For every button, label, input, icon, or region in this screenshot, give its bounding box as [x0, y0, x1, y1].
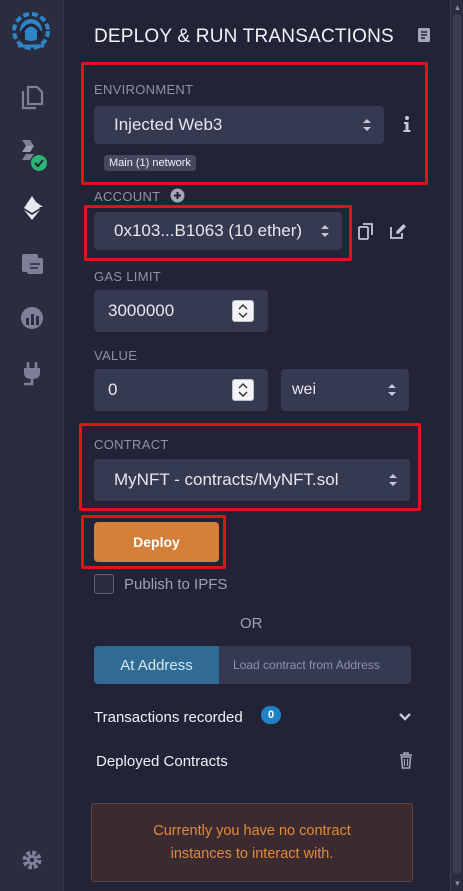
value-label: VALUE: [94, 348, 138, 363]
value-stepper[interactable]: [232, 379, 254, 401]
gas-limit-input[interactable]: 3000000: [94, 290, 268, 332]
remix-logo-icon[interactable]: [8, 8, 54, 54]
environment-value: Injected Web3: [114, 115, 223, 134]
notice-line-1: Currently you have no contract: [153, 822, 351, 839]
page-title: DEPLOY & RUN TRANSACTIONS: [94, 26, 394, 47]
select-arrows-icon: [389, 474, 397, 486]
gas-limit-label: GAS LIMIT: [94, 269, 161, 284]
file-explorer-icon[interactable]: [14, 80, 50, 116]
account-select[interactable]: 0x103...B1063 (10 ether): [94, 212, 342, 250]
transactions-recorded-label[interactable]: Transactions recorded: [94, 709, 243, 726]
contract-value: MyNFT - contracts/MyNFT.sol: [114, 470, 339, 489]
analysis-icon[interactable]: [14, 300, 50, 336]
contract-select[interactable]: MyNFT - contracts/MyNFT.sol: [94, 459, 410, 501]
value-unit-select[interactable]: wei: [281, 369, 409, 411]
publish-ipfs-label: Publish to IPFS: [124, 576, 228, 593]
publish-ipfs-checkbox[interactable]: [94, 574, 114, 594]
contract-label: CONTRACT: [94, 437, 169, 452]
icon-sidebar: [0, 0, 64, 891]
at-address-button[interactable]: At Address: [94, 646, 219, 684]
settings-icon[interactable]: [14, 842, 50, 878]
environment-select[interactable]: Injected Web3: [94, 106, 384, 144]
gas-limit-value: 3000000: [108, 301, 175, 320]
add-account-icon[interactable]: [170, 188, 185, 203]
scroll-thumb[interactable]: [453, 14, 461, 874]
edit-icon[interactable]: [389, 223, 407, 240]
value-unit: wei: [292, 381, 317, 398]
environment-label: ENVIRONMENT: [94, 82, 194, 97]
trash-icon[interactable]: [399, 752, 413, 769]
debugger-icon[interactable]: [14, 246, 50, 282]
deploy-button[interactable]: Deploy: [94, 522, 219, 562]
at-address-input[interactable]: Load contract from Address: [219, 646, 411, 684]
documentation-icon[interactable]: [417, 27, 431, 43]
no-instances-notice: Currently you have no contract instances…: [91, 803, 413, 882]
scroll-down-icon[interactable]: ▼: [453, 879, 462, 888]
account-value: 0x103...B1063 (10 ether): [114, 221, 303, 240]
copy-icon[interactable]: [358, 223, 374, 240]
network-badge: Main (1) network: [104, 155, 196, 171]
scrollbar[interactable]: ▲ ▼: [450, 0, 463, 891]
deployed-contracts-label: Deployed Contracts: [96, 753, 228, 770]
account-label: ACCOUNT: [94, 189, 161, 204]
chevron-down-icon[interactable]: [398, 710, 412, 722]
select-arrows-icon: [363, 119, 371, 131]
select-arrows-icon: [388, 384, 396, 396]
select-arrows-icon: [321, 225, 329, 237]
scroll-up-icon[interactable]: ▲: [453, 3, 462, 12]
value-input[interactable]: 0: [94, 369, 268, 411]
notice-line-2: instances to interact with.: [170, 845, 334, 862]
deploy-run-icon[interactable]: [14, 190, 50, 226]
info-icon[interactable]: [402, 115, 412, 133]
transactions-count-badge: 0: [261, 706, 281, 724]
solidity-compiler-icon[interactable]: [14, 136, 50, 172]
or-separator: OR: [240, 615, 263, 632]
gas-limit-stepper[interactable]: [232, 300, 254, 322]
plugin-manager-icon[interactable]: [14, 354, 50, 390]
value-amount: 0: [108, 380, 118, 399]
